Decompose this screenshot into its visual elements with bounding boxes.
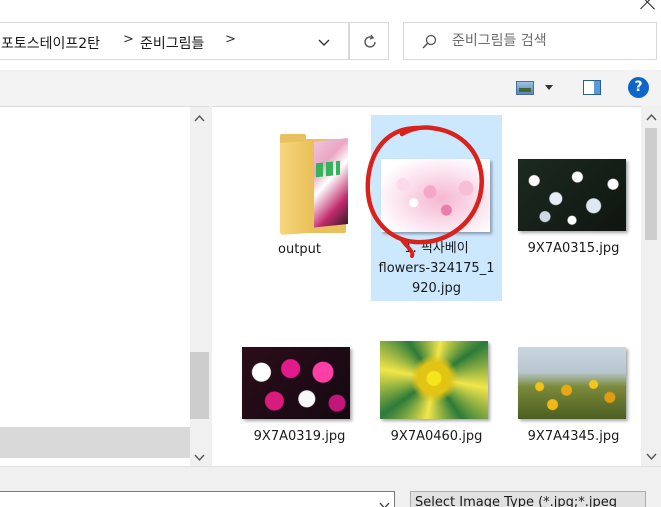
refresh-icon xyxy=(364,34,376,48)
search-input[interactable] xyxy=(452,31,642,51)
breadcrumb-separator-icon[interactable]: > xyxy=(225,32,236,47)
file-scrollbar[interactable] xyxy=(641,106,661,466)
file-name-line-1: 1. 픽사베이 xyxy=(404,241,469,256)
image-thumbnail xyxy=(380,341,488,419)
breadcrumb-item-phototape[interactable]: 포토스테이프2탄 xyxy=(1,33,100,53)
scroll-down-icon[interactable] xyxy=(646,451,657,462)
chevron-down-icon[interactable] xyxy=(317,35,331,49)
image-thumbnail xyxy=(518,159,626,231)
file-name-line-2: flowers-324175_1 xyxy=(378,261,495,276)
file-name-row: Select Image Type (*.jpg;*.jpeg xyxy=(0,466,661,507)
file-name: 9X7A0315.jpg xyxy=(527,241,620,256)
caret-down-icon[interactable] xyxy=(545,85,553,90)
file-item-image[interactable]: 9X7A4345.jpg xyxy=(508,329,639,459)
file-item-image[interactable]: 9X7A0315.jpg xyxy=(508,115,639,265)
address-bar[interactable]: 포토스테이프2탄 > 준비그림들 > xyxy=(0,22,349,60)
image-thumbnail xyxy=(381,159,490,232)
file-name: 9X7A4345.jpg xyxy=(527,429,620,444)
image-thumbnail xyxy=(242,347,350,419)
breadcrumb-separator-icon[interactable]: > xyxy=(123,32,134,47)
scroll-up-icon[interactable] xyxy=(646,112,657,123)
preview-pane-icon[interactable] xyxy=(583,80,601,95)
search-box[interactable] xyxy=(403,22,657,60)
file-list[interactable]: output 1. 픽사베이 flowers-324175_1 920.jpg … xyxy=(212,106,661,466)
change-view-icon xyxy=(516,81,534,95)
search-icon xyxy=(422,34,437,49)
command-toolbar: ? xyxy=(0,70,661,106)
nav-scrollbar[interactable] xyxy=(190,107,209,467)
breadcrumb-item-prepared-images[interactable]: 준비그림들 xyxy=(140,33,204,53)
navigation-pane[interactable] xyxy=(0,106,209,467)
nav-selected-item[interactable] xyxy=(0,427,190,458)
file-name-input[interactable] xyxy=(0,491,395,507)
file-scroll-thumb[interactable] xyxy=(645,128,657,240)
refresh-button[interactable] xyxy=(349,22,389,60)
address-toolbar: 포토스테이프2탄 > 준비그림들 > xyxy=(0,0,661,70)
change-view-button[interactable] xyxy=(512,78,560,98)
chevron-down-icon[interactable] xyxy=(379,500,390,507)
file-item-image-selected[interactable]: 1. 픽사베이 flowers-324175_1 920.jpg xyxy=(371,115,502,301)
file-item-image[interactable]: 9X7A0319.jpg xyxy=(234,329,365,459)
help-icon[interactable]: ? xyxy=(628,77,649,98)
image-thumbnail xyxy=(518,347,626,419)
file-type-select[interactable]: Select Image Type (*.jpg;*.jpeg xyxy=(410,491,646,507)
file-name: 9X7A0460.jpg xyxy=(390,429,483,444)
file-name: output xyxy=(278,242,321,257)
file-name-line-3: 920.jpg xyxy=(411,281,462,296)
file-item-image[interactable]: 9X7A0460.jpg xyxy=(371,329,502,459)
close-icon[interactable] xyxy=(636,0,660,14)
scroll-down-icon[interactable] xyxy=(194,452,205,463)
file-item-folder-output[interactable]: output xyxy=(234,115,365,265)
file-name: 9X7A0319.jpg xyxy=(253,429,346,444)
folder-front-shape xyxy=(280,140,314,235)
nav-scroll-thumb[interactable] xyxy=(190,352,209,419)
scroll-up-icon[interactable] xyxy=(194,113,205,124)
